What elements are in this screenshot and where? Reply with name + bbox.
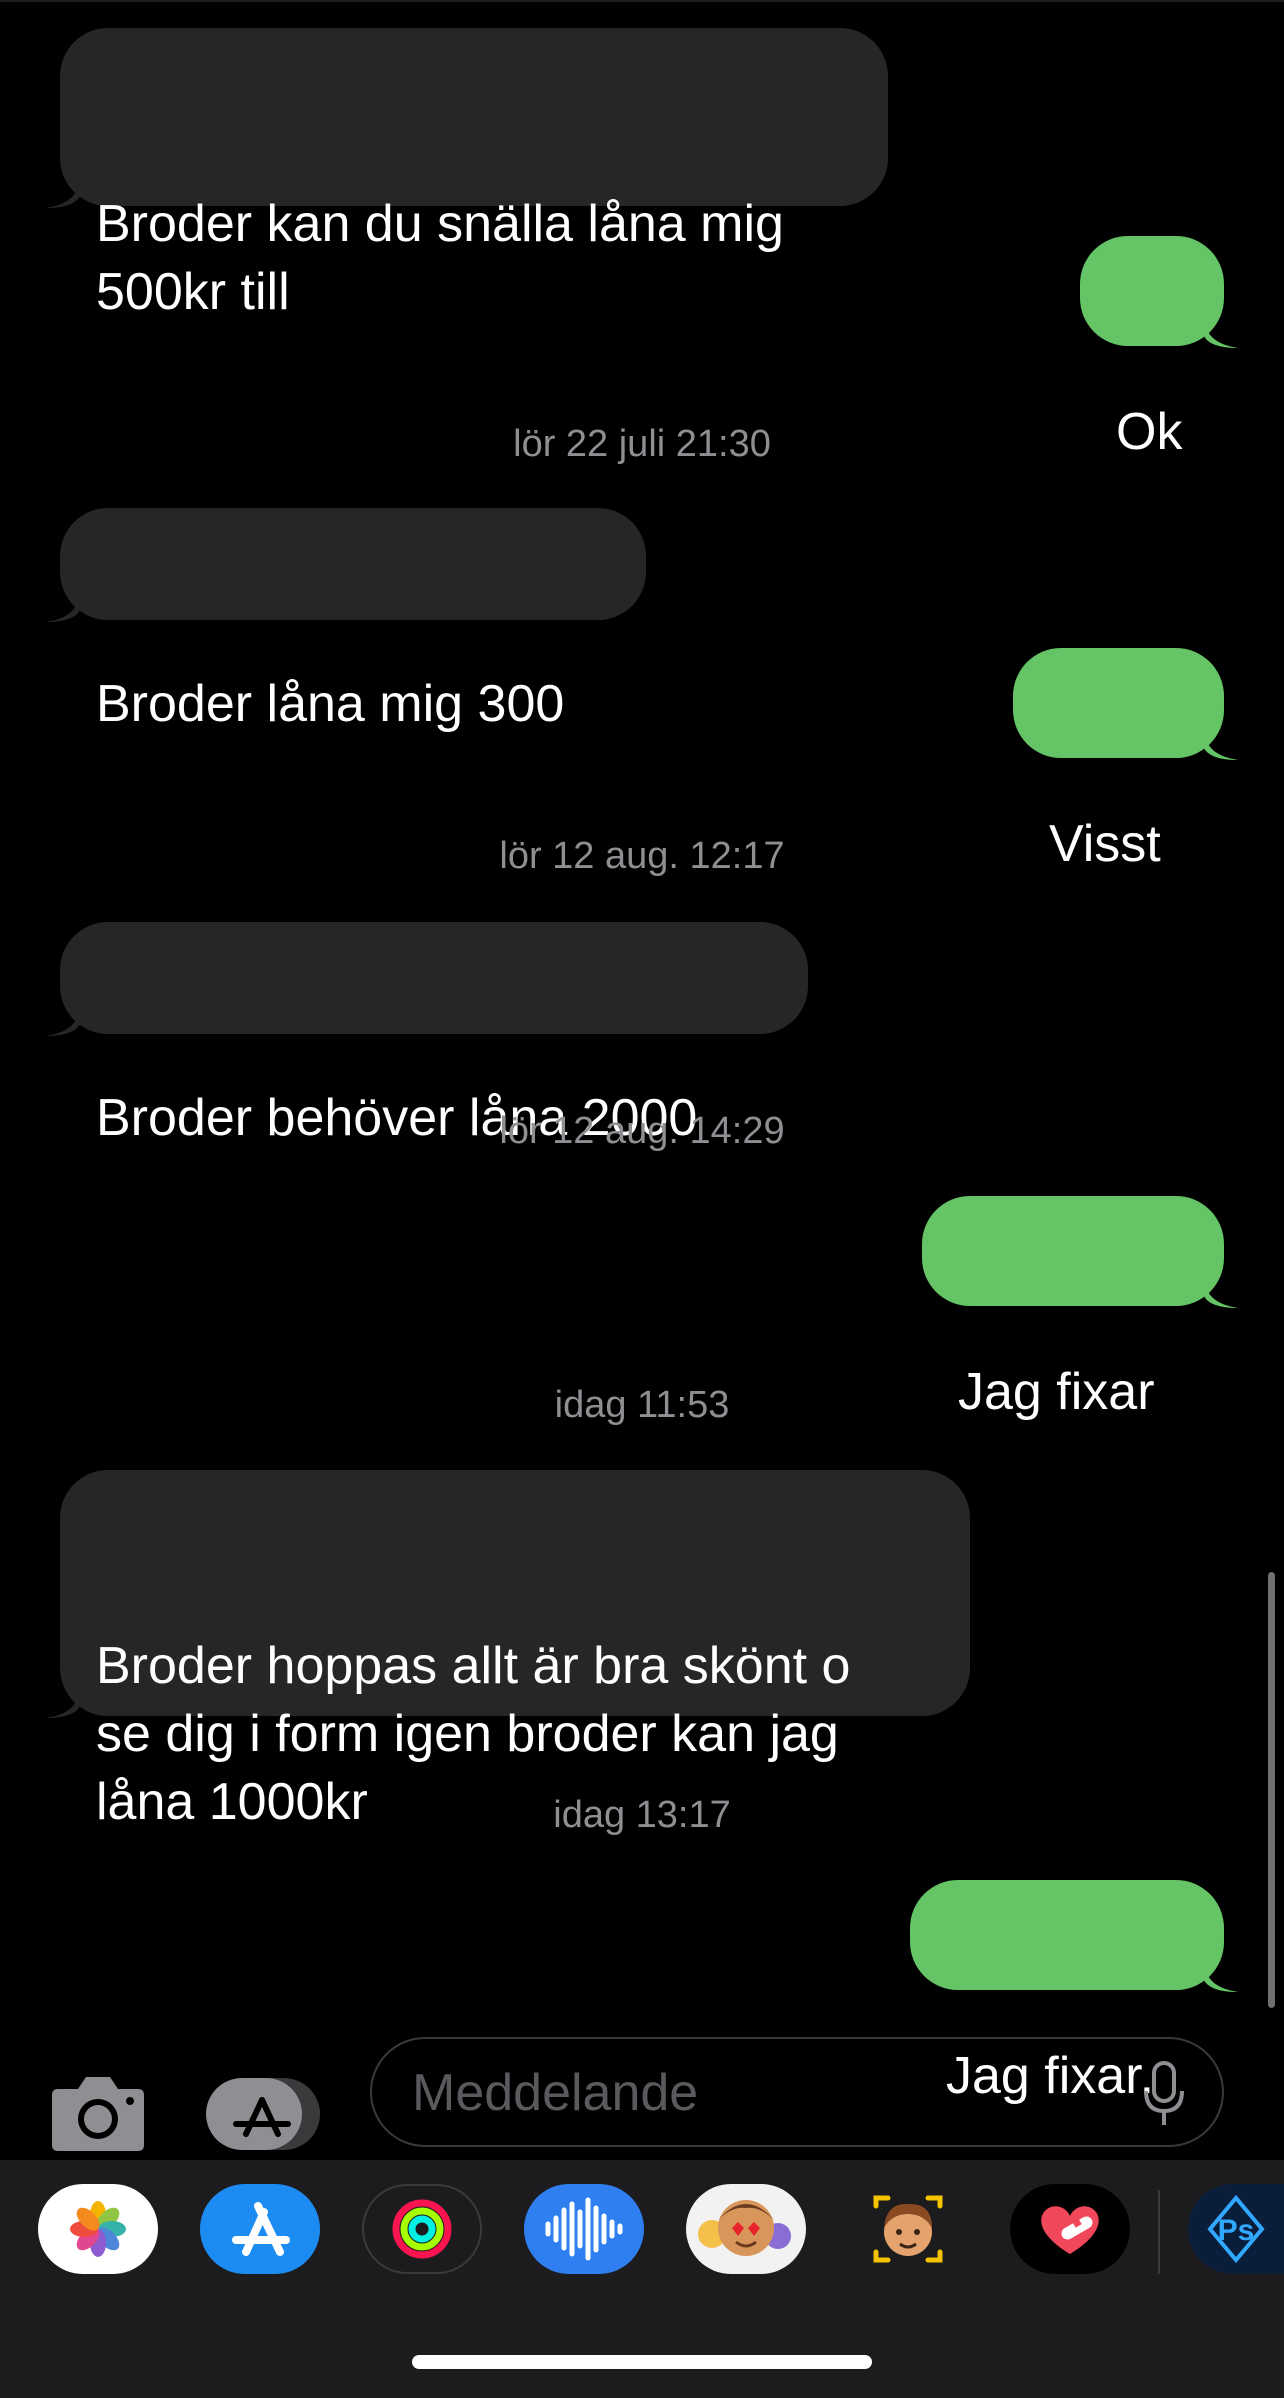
memoji-app-icon[interactable] (848, 2184, 968, 2274)
message-outgoing[interactable]: Jag fixar (922, 1196, 1238, 1421)
message-incoming[interactable]: Broder låna mig 300 (46, 508, 646, 733)
home-indicator[interactable] (412, 2355, 872, 2369)
message-text: Broder kan du snälla låna mig 500kr till (96, 195, 784, 321)
photos-app-icon[interactable] (38, 2184, 158, 2274)
timestamp: idag 13:17 (553, 1794, 731, 1836)
message-outgoing[interactable]: Ok (1080, 236, 1238, 461)
tray-divider (1158, 2190, 1160, 2274)
top-divider (0, 0, 1284, 2)
message-text: Broder låna mig 300 (96, 675, 565, 733)
message-input-field[interactable] (370, 2037, 1224, 2147)
message-incoming[interactable]: Broder behöver låna 2000 (46, 922, 808, 1147)
message-incoming[interactable]: Broder hoppas allt är bra skönt o se dig… (46, 1470, 970, 1831)
svg-text:Ps: Ps (1218, 2214, 1255, 2247)
scroll-indicator[interactable] (1268, 1572, 1275, 2008)
app-store-button[interactable] (206, 2078, 320, 2150)
voice-memos-app-icon[interactable] (524, 2184, 644, 2274)
message-incoming[interactable]: Broder kan du snälla låna mig 500kr till (46, 28, 888, 321)
animoji-stickers-app-icon[interactable] (686, 2184, 806, 2274)
microphone-icon[interactable] (1142, 2061, 1186, 2127)
timestamp: lör 22 juli 21:30 (513, 423, 771, 465)
timestamp: idag 11:53 (554, 1384, 730, 1426)
message-outgoing[interactable]: Visst (1013, 648, 1238, 873)
timestamp: lör 12 aug. 12:17 (499, 835, 785, 877)
message-input[interactable] (410, 2059, 1114, 2127)
timestamp: lör 12 aug. 14:29 (499, 1110, 785, 1152)
fitness-app-icon[interactable] (362, 2184, 482, 2274)
compose-bar (0, 2025, 1284, 2160)
heart-stickers-app-icon[interactable] (1010, 2184, 1130, 2274)
app-store-app-icon[interactable] (200, 2184, 320, 2274)
photoshop-express-app-icon[interactable]: Ps (1188, 2184, 1284, 2274)
camera-icon[interactable] (50, 2075, 146, 2153)
message-outgoing[interactable]: Jag fixar. (910, 1880, 1238, 2105)
